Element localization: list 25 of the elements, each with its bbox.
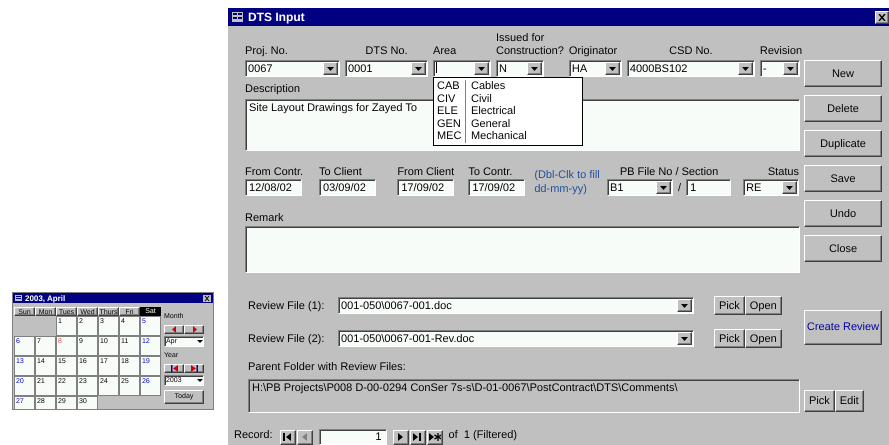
field-label: DTS No. (364, 45, 409, 58)
window-title: DTS Input (248, 10, 306, 24)
separator-text: / (678, 182, 682, 194)
field-label: Review File (1): (247, 300, 326, 312)
record-count: of 1 (Filtered) (448, 429, 517, 442)
folder-path-field: H:\PB Projects\P008 D-00-0294 ConSer 7s-s\D-01-0067\PostContract\DTS\Comments\ (248, 379, 800, 413)
field-label: Originator (568, 45, 618, 58)
field-label: From Client (397, 166, 454, 179)
field-label: Status (766, 166, 799, 179)
field-label: From Contr. (245, 166, 304, 179)
field-label: Area (433, 45, 456, 58)
field-label: Issued for Construction? (496, 32, 564, 58)
field-label: Revision (760, 45, 802, 58)
hint-text: (Dbl-Clk to fill dd-mm-yy) (534, 168, 601, 196)
field-label: Review File (2): (247, 332, 326, 344)
field-label: Description (245, 83, 300, 96)
window-title: 2003, April (13, 293, 213, 303)
field-label: Remark (245, 212, 284, 225)
field-label: To Contr. (468, 166, 512, 179)
field-label: CSD No. (668, 45, 714, 58)
field-label: Proj. No. (245, 45, 288, 58)
field-label: Parent Folder with Review Files: (247, 361, 406, 374)
field-label: To Client (319, 166, 362, 179)
field-label: PB File No / Section (618, 166, 720, 179)
record-label: Record: (234, 429, 273, 442)
